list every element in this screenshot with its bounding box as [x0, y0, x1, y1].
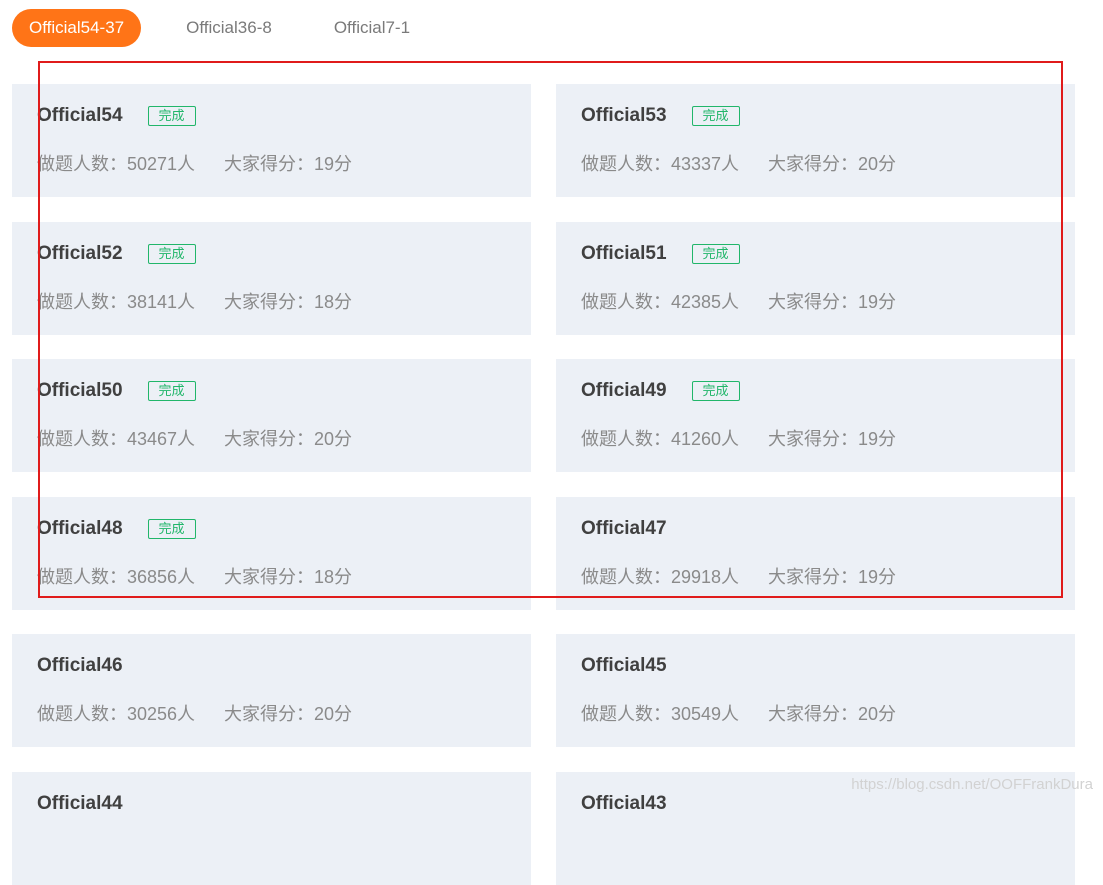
participant-count: 做题人数：42385人	[581, 292, 740, 312]
card-stats: 做题人数：43337人 大家得分：20分	[581, 150, 896, 176]
exam-card[interactable]: Official52 完成做题人数：38141人 大家得分：18分	[12, 222, 531, 335]
card-stats: 做题人数：43467人 大家得分：20分	[37, 425, 352, 451]
average-score: 大家得分：20分	[768, 704, 897, 724]
participant-count: 做题人数：38141人	[37, 292, 196, 312]
exam-card[interactable]: Official47 做题人数：29918人 大家得分：19分	[556, 497, 1075, 610]
participant-count: 做题人数：30256人	[37, 704, 196, 724]
card-title: Official48	[37, 518, 123, 539]
card-title: Official45	[581, 655, 667, 676]
card-title: Official47	[581, 518, 667, 539]
exam-card[interactable]: Official45 做题人数：30549人 大家得分：20分	[556, 634, 1075, 747]
card-stats: 做题人数：41260人 大家得分：19分	[581, 425, 896, 451]
card-title: Official46	[37, 655, 123, 676]
exam-card[interactable]: Official49 完成做题人数：41260人 大家得分：19分	[556, 359, 1075, 472]
card-title: Official52	[37, 243, 123, 264]
participant-count: 做题人数：29918人	[581, 567, 740, 587]
card-title-row: Official52 完成	[37, 242, 196, 266]
card-title: Official49	[581, 380, 667, 401]
average-score: 大家得分：18分	[224, 292, 353, 312]
tab-official7-1[interactable]: Official7-1	[334, 9, 410, 47]
average-score: 大家得分：20分	[224, 429, 353, 449]
exam-card[interactable]: Official50 完成做题人数：43467人 大家得分：20分	[12, 359, 531, 472]
card-title-row: Official48 完成	[37, 517, 196, 541]
card-title: Official43	[581, 793, 667, 814]
average-score: 大家得分：20分	[768, 154, 897, 174]
participant-count: 做题人数：50271人	[37, 154, 196, 174]
card-stats: 做题人数：29918人 大家得分：19分	[581, 563, 896, 589]
exam-card[interactable]: Official48 完成做题人数：36856人 大家得分：18分	[12, 497, 531, 610]
completed-badge: 完成	[147, 381, 196, 401]
card-title: Official53	[581, 105, 667, 126]
card-title: Official50	[37, 380, 123, 401]
participant-count: 做题人数：43337人	[581, 154, 740, 174]
average-score: 大家得分：19分	[768, 292, 897, 312]
tab-official54-37[interactable]: Official54-37	[12, 9, 142, 47]
card-stats: 做题人数：30549人 大家得分：20分	[581, 700, 896, 726]
exam-card[interactable]: Official54 完成做题人数：50271人 大家得分：19分	[12, 84, 531, 197]
participant-count: 做题人数：30549人	[581, 704, 740, 724]
completed-badge: 完成	[691, 244, 740, 264]
card-title-row: Official47	[581, 517, 667, 541]
card-title: Official54	[37, 105, 123, 126]
card-title-row: Official53 完成	[581, 104, 740, 128]
card-title-row: Official49 完成	[581, 379, 740, 403]
card-stats: 做题人数：38141人 大家得分：18分	[37, 288, 352, 314]
card-stats: 做题人数：42385人 大家得分：19分	[581, 288, 896, 314]
participant-count: 做题人数：43467人	[37, 429, 196, 449]
card-title: Official51	[581, 243, 667, 264]
watermark: https://blog.csdn.net/OOFFrankDura	[851, 776, 1093, 793]
exam-card[interactable]: Official46 做题人数：30256人 大家得分：20分	[12, 634, 531, 747]
completed-badge: 完成	[147, 519, 196, 539]
card-stats: 做题人数：30256人 大家得分：20分	[37, 700, 352, 726]
card-title-row: Official46	[37, 654, 123, 678]
average-score: 大家得分：18分	[224, 567, 353, 587]
exam-card[interactable]: Official53 完成做题人数：43337人 大家得分：20分	[556, 84, 1075, 197]
participant-count: 做题人数：41260人	[581, 429, 740, 449]
average-score: 大家得分：19分	[768, 567, 897, 587]
average-score: 大家得分：19分	[224, 154, 353, 174]
card-title-row: Official51 完成	[581, 242, 740, 266]
average-score: 大家得分：19分	[768, 429, 897, 449]
exam-card[interactable]: Official51 完成做题人数：42385人 大家得分：19分	[556, 222, 1075, 335]
completed-badge: 完成	[691, 381, 740, 401]
card-title-row: Official50 完成	[37, 379, 196, 403]
card-stats: 做题人数：50271人 大家得分：19分	[37, 150, 352, 176]
completed-badge: 完成	[691, 106, 740, 126]
completed-badge: 完成	[147, 244, 196, 264]
card-title-row: Official45	[581, 654, 667, 678]
exam-card[interactable]: Official44	[12, 772, 531, 885]
participant-count: 做题人数：36856人	[37, 567, 196, 587]
average-score: 大家得分：20分	[224, 704, 353, 724]
card-title-row: Official44	[37, 792, 123, 816]
tab-official36-8[interactable]: Official36-8	[186, 9, 272, 47]
completed-badge: 完成	[147, 106, 196, 126]
card-title-row: Official43	[581, 792, 667, 816]
tab-bar: Official54-37 Official36-8 Official7-1	[12, 9, 472, 47]
card-title-row: Official54 完成	[37, 104, 196, 128]
card-stats: 做题人数：36856人 大家得分：18分	[37, 563, 352, 589]
card-title: Official44	[37, 793, 123, 814]
